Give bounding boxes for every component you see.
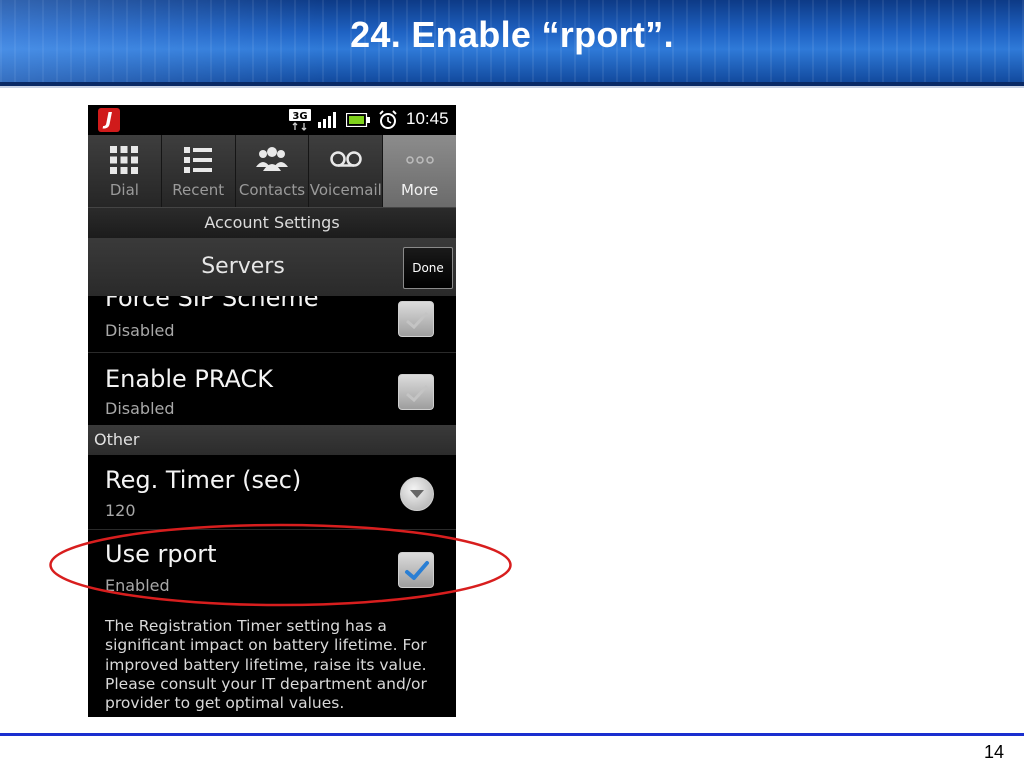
setting-row-force-sip[interactable]: Force SIP Scheme Disabled bbox=[88, 296, 456, 353]
setting-title: Force SIP Scheme bbox=[105, 296, 319, 312]
svg-text:3G: 3G bbox=[292, 111, 307, 122]
tab-label: Recent bbox=[172, 181, 225, 199]
3g-icon: 3G bbox=[289, 109, 311, 131]
setting-value: Disabled bbox=[105, 321, 175, 340]
setting-row-enable-prack[interactable]: Enable PRACK Disabled bbox=[88, 353, 456, 427]
setting-title: Use rport bbox=[105, 540, 217, 568]
signal-icon bbox=[318, 112, 336, 128]
contacts-icon bbox=[255, 147, 288, 171]
alarm-icon bbox=[379, 110, 397, 129]
header-divider-light bbox=[0, 86, 1024, 88]
tab-label: Dial bbox=[109, 181, 139, 199]
tab-recent[interactable]: Recent bbox=[162, 135, 236, 207]
tab-more[interactable]: More bbox=[383, 135, 456, 207]
setting-title: Enable PRACK bbox=[105, 365, 274, 393]
list-icon bbox=[184, 147, 213, 173]
footer-divider bbox=[0, 733, 1024, 736]
voicemail-icon bbox=[330, 151, 362, 167]
help-text: The Registration Timer setting has a sig… bbox=[105, 617, 427, 713]
more-icon bbox=[405, 156, 434, 164]
reg-timer-dropdown[interactable] bbox=[400, 477, 434, 511]
phone-screenshot: J 3G 10:45 Dial Recent Contacts Voicemai… bbox=[88, 105, 456, 717]
tab-voicemail[interactable]: Voicemail bbox=[309, 135, 384, 207]
check-icon bbox=[405, 561, 429, 580]
page-title: Servers bbox=[201, 254, 285, 279]
use-rport-checkbox[interactable] bbox=[398, 552, 434, 588]
tab-dial[interactable]: Dial bbox=[88, 135, 162, 207]
enable-prack-checkbox[interactable] bbox=[398, 374, 434, 410]
setting-value: Disabled bbox=[105, 399, 175, 418]
page-number: 14 bbox=[983, 742, 1004, 762]
section-title: Account Settings bbox=[88, 207, 456, 239]
dialpad-icon bbox=[110, 146, 139, 174]
tab-contacts[interactable]: Contacts bbox=[236, 135, 310, 207]
group-header-other: Other bbox=[88, 425, 456, 455]
force-sip-checkbox[interactable] bbox=[398, 301, 434, 337]
battery-icon bbox=[346, 113, 370, 127]
chevron-down-icon bbox=[410, 490, 424, 498]
tab-bar: Dial Recent Contacts Voicemail More bbox=[88, 135, 456, 207]
setting-row-reg-timer[interactable]: Reg. Timer (sec) 120 bbox=[88, 456, 456, 530]
toolbar: Servers Done bbox=[88, 238, 456, 296]
slide-title: 24. Enable “rport”. bbox=[350, 14, 674, 55]
app-icon: J bbox=[98, 108, 120, 132]
done-button[interactable]: Done bbox=[403, 247, 453, 289]
setting-row-use-rport[interactable]: Use rport Enabled bbox=[88, 530, 456, 608]
status-bar: J 3G 10:45 bbox=[88, 105, 456, 135]
status-clock: 10:45 bbox=[406, 109, 449, 128]
tab-label: Contacts bbox=[238, 181, 306, 199]
settings-list[interactable]: Force SIP Scheme Disabled Enable PRACK D… bbox=[88, 296, 456, 717]
setting-title: Reg. Timer (sec) bbox=[105, 466, 302, 494]
setting-value: 120 bbox=[105, 501, 136, 520]
tab-label: Voicemail bbox=[309, 181, 382, 199]
tab-label: More bbox=[400, 181, 439, 199]
setting-value: Enabled bbox=[105, 576, 170, 595]
check-icon bbox=[406, 384, 429, 403]
check-icon bbox=[406, 311, 429, 330]
